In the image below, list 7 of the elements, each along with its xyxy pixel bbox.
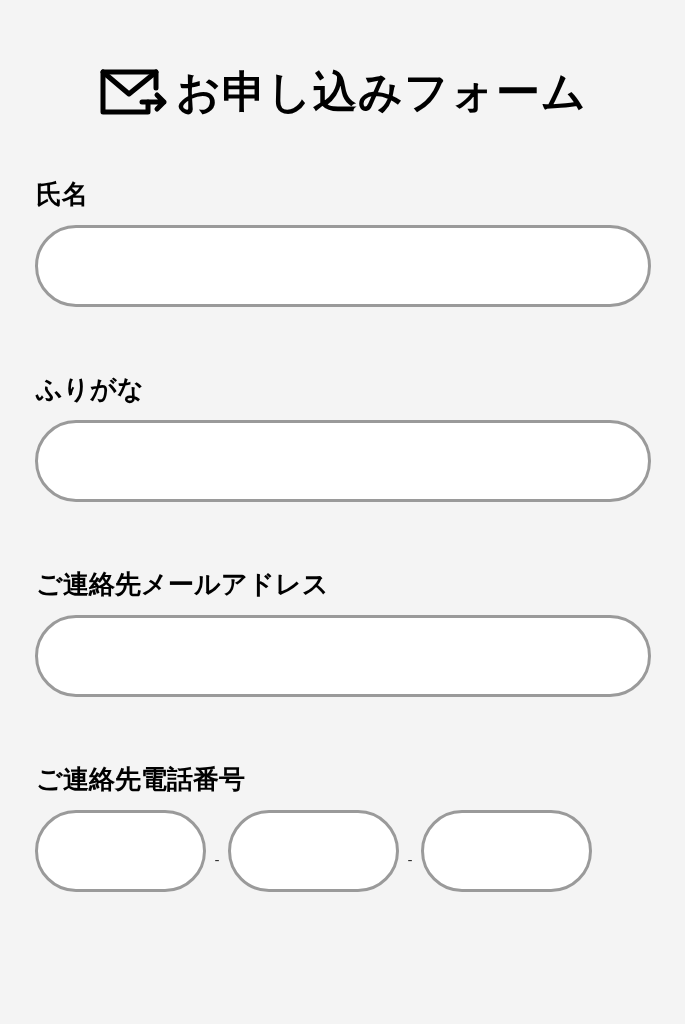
separator: - — [213, 851, 221, 870]
field-label: ご連絡先電話番号 — [35, 765, 246, 793]
separator: - — [406, 851, 414, 870]
field-label: ご連絡先メールアドレス — [35, 570, 330, 598]
field-label: 氏名 — [35, 180, 89, 208]
field-label: ふりがな — [35, 375, 145, 403]
form-title: お申し込みフォーム — [175, 70, 588, 114]
